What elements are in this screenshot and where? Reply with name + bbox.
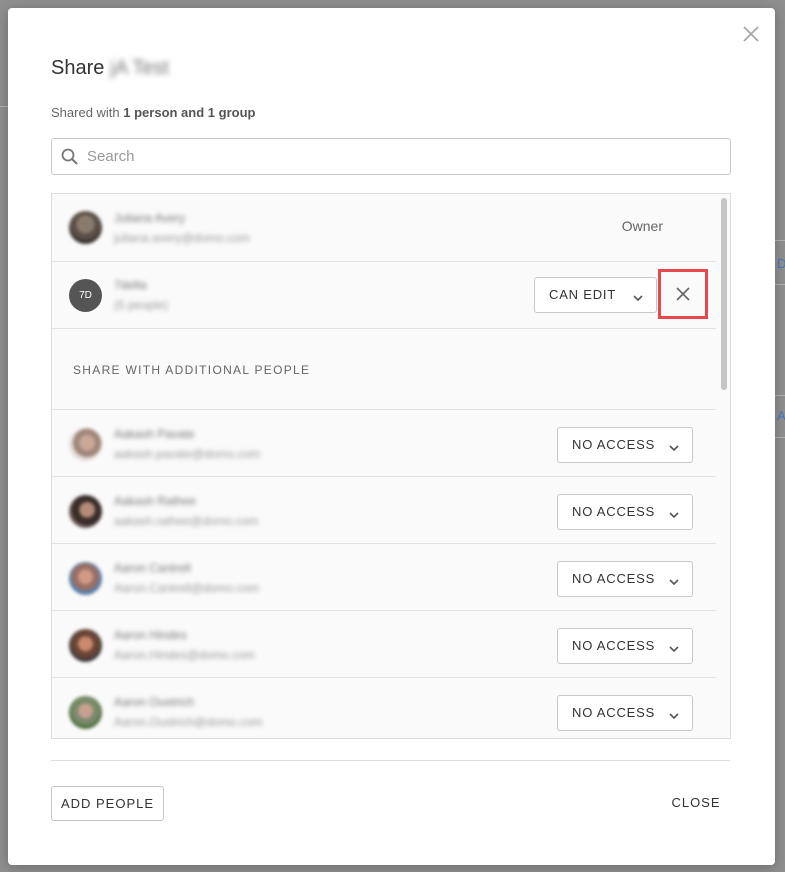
person-name: Aaron Cantrell xyxy=(114,561,191,575)
background-text: A xyxy=(777,408,785,423)
section-label: SHARE WITH ADDITIONAL PEOPLE xyxy=(73,363,311,377)
avatar xyxy=(69,495,102,528)
search-icon xyxy=(61,148,78,165)
chevron-down-icon xyxy=(668,708,680,720)
chevron-down-icon xyxy=(668,641,680,653)
chevron-down-icon xyxy=(668,574,680,586)
dialog-title: Share jA Test xyxy=(51,57,169,80)
add-people-button[interactable]: ADD PEOPLE xyxy=(51,786,164,821)
access-value: NO ACCESS xyxy=(572,571,656,586)
close-icon xyxy=(676,287,690,301)
shared-with-count: 1 person and 1 group xyxy=(123,105,256,120)
person-email: aakash.rathee@domo.com xyxy=(114,514,259,528)
person-email: Aaron.Oustrich@domo.com xyxy=(114,715,263,729)
group-name: 7delta xyxy=(114,278,147,292)
avatar xyxy=(69,696,102,729)
search-box xyxy=(51,138,731,175)
search-input[interactable] xyxy=(85,139,719,174)
dialog-title-label: Share xyxy=(51,57,105,79)
list-item: Aakash Pavate aakash.pavate@domo.com NO … xyxy=(52,410,716,477)
person-name: Aaron Oustrich xyxy=(114,695,195,709)
scrollbar[interactable] xyxy=(721,198,727,390)
access-value: NO ACCESS xyxy=(572,638,656,653)
close-button[interactable]: CLOSE xyxy=(660,786,732,819)
avatar xyxy=(69,211,102,244)
shared-with-summary: Shared with 1 person and 1 group xyxy=(51,105,255,120)
background-divider xyxy=(775,437,785,438)
share-dialog: Share jA Test Shared with 1 person and 1 … xyxy=(8,8,775,865)
list-item: Aaron Oustrich Aaron.Oustrich@domo.com N… xyxy=(52,678,716,738)
list-item: Aaron Hindes Aaron.Hindes@domo.com NO AC… xyxy=(52,611,716,678)
person-name: Aakash Pavate xyxy=(114,427,195,441)
person-email: Aaron.Hindes@domo.com xyxy=(114,648,255,662)
background-divider xyxy=(775,284,785,285)
footer-divider xyxy=(51,760,730,761)
access-value: NO ACCESS xyxy=(572,705,656,720)
section-header: SHARE WITH ADDITIONAL PEOPLE xyxy=(52,329,716,410)
share-list: Juliana Avery juliana.avery@domo.com Own… xyxy=(51,193,731,739)
list-item: Aakash Rathee aakash.rathee@domo.com NO … xyxy=(52,477,716,544)
avatar xyxy=(69,629,102,662)
remove-group-button[interactable] xyxy=(658,269,708,319)
person-email: aakash.pavate@domo.com xyxy=(114,447,261,461)
dialog-title-item: jA Test xyxy=(110,57,169,79)
access-dropdown[interactable]: NO ACCESS xyxy=(557,695,693,731)
background-divider xyxy=(0,106,8,107)
owner-email: juliana.avery@domo.com xyxy=(114,231,250,245)
background-text: D xyxy=(777,256,785,271)
access-dropdown[interactable]: NO ACCESS xyxy=(557,561,693,597)
background-divider xyxy=(775,240,785,241)
person-name: Aakash Rathee xyxy=(114,494,197,508)
list-item: Aaron Cantrell Aaron.Cantrell@domo.com N… xyxy=(52,544,716,611)
access-value: NO ACCESS xyxy=(572,504,656,519)
person-email: Aaron.Cantrell@domo.com xyxy=(114,581,259,595)
access-dropdown[interactable]: NO ACCESS xyxy=(557,494,693,530)
avatar xyxy=(69,428,102,461)
group-avatar: 7D xyxy=(69,279,102,312)
owner-row: Juliana Avery juliana.avery@domo.com Own… xyxy=(52,194,716,262)
person-name: Aaron Hindes xyxy=(114,628,187,642)
avatar xyxy=(69,562,102,595)
owner-name: Juliana Avery xyxy=(114,211,186,225)
group-row: 7D 7delta (5 people) CAN EDIT xyxy=(52,262,716,329)
group-access-dropdown[interactable]: CAN EDIT xyxy=(534,277,657,313)
access-dropdown[interactable]: NO ACCESS xyxy=(557,628,693,664)
shared-with-prefix: Shared with xyxy=(51,105,124,120)
chevron-down-icon xyxy=(668,440,680,452)
access-value: NO ACCESS xyxy=(572,437,656,452)
group-access-value: CAN EDIT xyxy=(549,287,617,302)
group-member-count: (5 people) xyxy=(114,298,169,312)
close-icon[interactable] xyxy=(741,24,761,44)
background-divider xyxy=(775,395,785,396)
owner-role-label: Owner xyxy=(621,218,663,234)
chevron-down-icon xyxy=(632,290,644,302)
access-dropdown[interactable]: NO ACCESS xyxy=(557,427,693,463)
chevron-down-icon xyxy=(668,507,680,519)
